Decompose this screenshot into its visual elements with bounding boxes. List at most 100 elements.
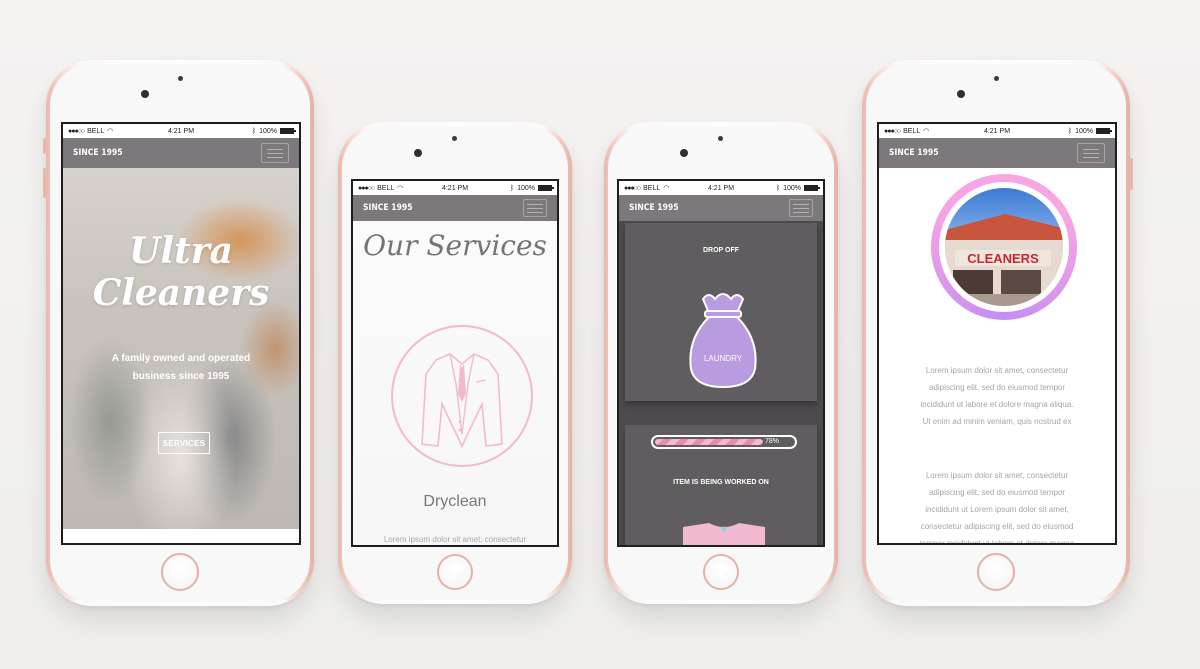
bluetooth-icon: ᛒ bbox=[251, 127, 257, 135]
clock: 4:21 PM bbox=[707, 184, 735, 192]
navbar: SINCE 1995 bbox=[879, 138, 1115, 168]
front-camera bbox=[680, 149, 688, 157]
carrier-label: BELL bbox=[87, 127, 105, 135]
bluetooth-icon: ᛒ bbox=[775, 184, 781, 192]
carrier-label: BELL bbox=[377, 184, 395, 192]
bag-label: LAUNDRY bbox=[704, 354, 743, 363]
brand-logo[interactable]: SINCE 1995 bbox=[889, 148, 1049, 158]
bluetooth-icon: ᛒ bbox=[1067, 127, 1073, 135]
navbar: SINCE 1995 bbox=[619, 195, 823, 221]
home-button[interactable] bbox=[703, 554, 739, 590]
side-button bbox=[1130, 158, 1133, 190]
hero-title-line2: Cleaners bbox=[92, 272, 270, 314]
about-paragraph-1: Lorem ipsum dolor sit amet, consectetur … bbox=[905, 362, 1089, 430]
proximity-sensor bbox=[452, 136, 457, 141]
about-line: adipiscing elit, sed do eiusmod tempor bbox=[928, 488, 1066, 497]
hero-subtitle: A family owned and operated business sin… bbox=[83, 350, 279, 386]
navbar: SINCE 1995 bbox=[353, 195, 557, 221]
hero-subtitle-line2: business since 1995 bbox=[132, 371, 230, 382]
hamburger-icon[interactable] bbox=[523, 199, 547, 217]
screen-tracking: ●●●○○ BELL ◠ 4:21 PM ᛒ 100% SINCE 1995 DROP… bbox=[617, 179, 825, 547]
signal-icon: ●●●○○ bbox=[68, 127, 85, 135]
wifi-icon: ◠ bbox=[397, 185, 404, 192]
store-sign: CLEANERS bbox=[967, 251, 1039, 266]
progress-fill bbox=[655, 439, 763, 445]
hero-title-line1: Ultra bbox=[129, 230, 233, 272]
phone-home: ●●●○○ BELL ◠ 4:21 PM ᛒ 100% SINCE 1995 Ultr… bbox=[43, 60, 314, 606]
services-title: Our Services bbox=[363, 229, 547, 262]
hero-title: Ultra Cleaners bbox=[63, 230, 299, 314]
home-button[interactable] bbox=[161, 553, 199, 591]
shirt-icon bbox=[683, 523, 765, 545]
battery-icon bbox=[538, 185, 555, 191]
storefront-photo-frame: CLEANERS bbox=[931, 174, 1077, 320]
status-bar: ●●●○○ BELL ◠ 4:21 PM ᛒ 100% bbox=[879, 124, 1115, 138]
home-button[interactable] bbox=[977, 553, 1015, 591]
front-camera bbox=[957, 90, 965, 98]
wifi-icon: ◠ bbox=[923, 128, 930, 135]
hamburger-icon[interactable] bbox=[789, 199, 813, 217]
progress-percent: 78% bbox=[765, 438, 780, 445]
about-paragraph-2: Lorem ipsum dolor sit amet, consectetur … bbox=[905, 467, 1089, 545]
storefront-photo: CLEANERS bbox=[945, 188, 1063, 306]
proximity-sensor bbox=[718, 136, 723, 141]
clock: 4:21 PM bbox=[441, 184, 469, 192]
carrier-label: BELL bbox=[903, 127, 921, 135]
battery-label: 100% bbox=[783, 184, 802, 192]
signal-icon: ●●●○○ bbox=[884, 127, 901, 135]
proximity-sensor bbox=[994, 76, 999, 81]
phone-about: ●●●○○ BELL ◠ 4:21 PM ᛒ 100% SINCE 1995 CLEA… bbox=[862, 60, 1133, 606]
card-in-progress: 78% ITEM IS BEING WORKED ON bbox=[625, 425, 817, 545]
hero-background: Ultra Cleaners A family owned and operat… bbox=[63, 168, 299, 529]
signal-icon: ●●●○○ bbox=[624, 184, 641, 192]
hero-subtitle-line1: A family owned and operated bbox=[111, 353, 251, 364]
battery-icon bbox=[1095, 128, 1112, 134]
step-label-worked-on: ITEM IS BEING WORKED ON bbox=[673, 479, 769, 486]
phone-tracking: ●●●○○ BELL ◠ 4:21 PM ᛒ 100% SINCE 1995 DROP… bbox=[604, 122, 838, 604]
services-button[interactable]: SERVICES bbox=[158, 432, 210, 454]
hamburger-icon[interactable] bbox=[1077, 143, 1105, 163]
wifi-icon: ◠ bbox=[663, 185, 670, 192]
service-name: Dryclean bbox=[423, 493, 487, 510]
front-camera bbox=[141, 90, 149, 98]
status-bar: ●●●○○ BELL ◠ 4:21 PM ᛒ 100% bbox=[63, 124, 299, 138]
status-bar: ●●●○○ BELL ◠ 4:21 PM ᛒ 100% bbox=[353, 181, 557, 195]
about-line: consectetur adipiscing elit, sed do eius… bbox=[920, 522, 1074, 531]
side-button bbox=[43, 138, 46, 154]
phone-services: ●●●○○ BELL ◠ 4:21 PM ᛒ 100% SINCE 1995 Our … bbox=[338, 122, 572, 604]
status-bar: ●●●○○ BELL ◠ 4:21 PM ᛒ 100% bbox=[619, 181, 823, 195]
wifi-icon: ◠ bbox=[107, 128, 114, 135]
side-button bbox=[43, 168, 46, 198]
service-description: Lorem ipsum dolor sit amet, consectetur bbox=[383, 535, 527, 544]
clock: 4:21 PM bbox=[983, 127, 1011, 135]
bluetooth-icon: ᛒ bbox=[509, 184, 515, 192]
brand-logo[interactable]: SINCE 1995 bbox=[73, 148, 233, 158]
battery-label: 100% bbox=[517, 184, 536, 192]
clock: 4:21 PM bbox=[167, 127, 195, 135]
front-camera bbox=[414, 149, 422, 157]
services-page: Our Services Dryclean Lorem ipsum dolor … bbox=[353, 221, 557, 545]
signal-icon: ●●●○○ bbox=[358, 184, 375, 192]
screen-home: ●●●○○ BELL ◠ 4:21 PM ᛒ 100% SINCE 1995 Ultr… bbox=[61, 122, 301, 545]
about-line: Lorem ipsum dolor sit amet, consectetur bbox=[925, 366, 1069, 375]
battery-icon bbox=[279, 128, 296, 134]
brand-logo[interactable]: SINCE 1995 bbox=[363, 203, 499, 213]
laundry-bag-icon: LAUNDRY bbox=[689, 293, 757, 389]
battery-label: 100% bbox=[259, 127, 277, 135]
battery-label: 100% bbox=[1075, 127, 1093, 135]
hamburger-icon[interactable] bbox=[261, 143, 289, 163]
suit-icon bbox=[391, 325, 533, 467]
proximity-sensor bbox=[178, 76, 183, 81]
home-button[interactable] bbox=[437, 554, 473, 590]
progress-bar: 78% bbox=[651, 435, 797, 449]
brand-logo[interactable]: SINCE 1995 bbox=[629, 203, 765, 213]
battery-icon bbox=[804, 185, 821, 191]
screen-about: ●●●○○ BELL ◠ 4:21 PM ᛒ 100% SINCE 1995 CLEA… bbox=[877, 122, 1117, 545]
card-drop-off: DROP OFF LAUNDRY bbox=[625, 223, 817, 401]
about-line: Ut enim ad minim veniam, quis nostrud ex bbox=[922, 417, 1072, 426]
about-line: tempor incididunt ut labore et dolore ma… bbox=[919, 539, 1075, 545]
navbar: SINCE 1995 bbox=[63, 138, 299, 168]
step-label-drop-off: DROP OFF bbox=[702, 247, 740, 254]
carrier-label: BELL bbox=[643, 184, 661, 192]
about-line: adipiscing elit, sed do eiusmod tempor bbox=[928, 383, 1066, 392]
